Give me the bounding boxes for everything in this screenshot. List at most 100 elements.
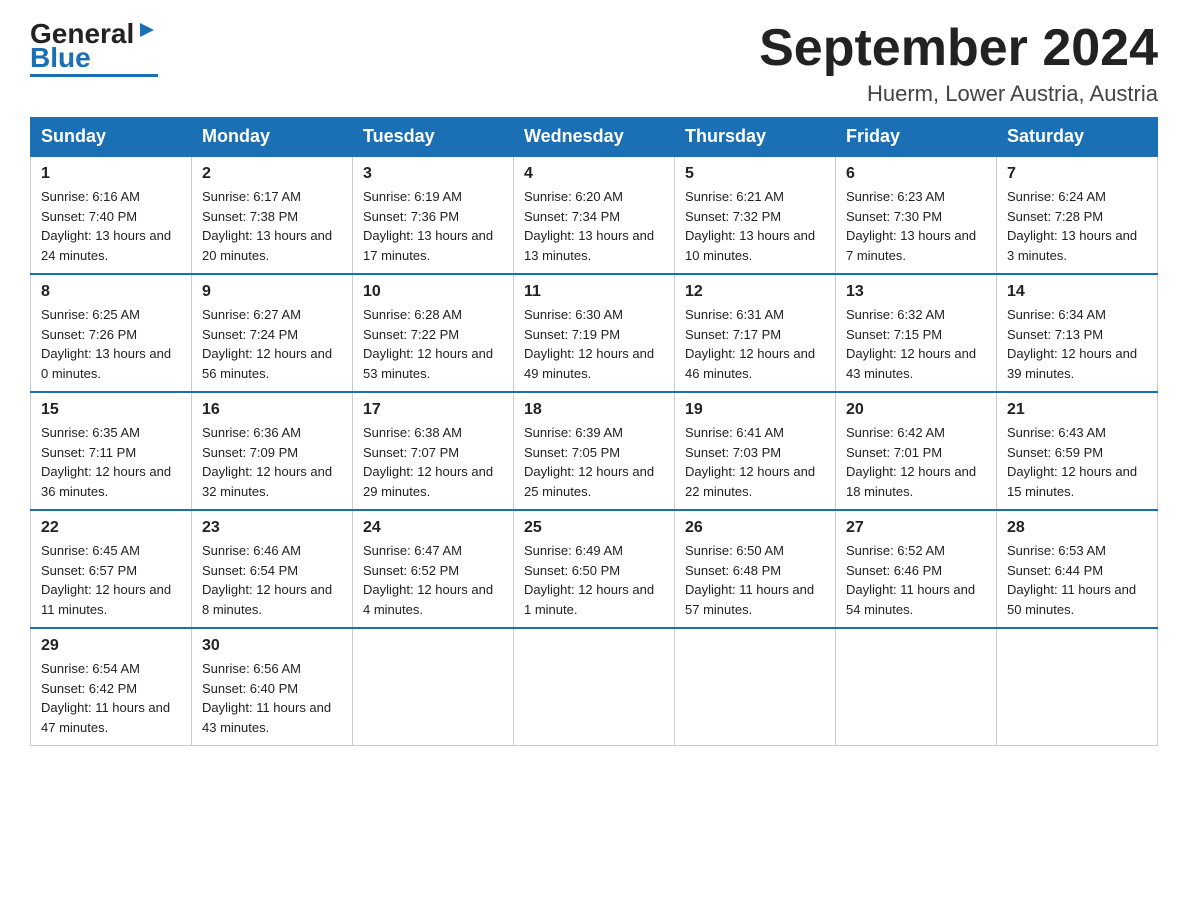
calendar-table: Sunday Monday Tuesday Wednesday Thursday… — [30, 117, 1158, 746]
day-number: 11 — [524, 283, 664, 301]
day-info: Sunrise: 6:23 AM Sunset: 7:30 PM Dayligh… — [846, 187, 986, 265]
table-row — [836, 628, 997, 746]
table-row: 27 Sunrise: 6:52 AM Sunset: 6:46 PM Dayl… — [836, 510, 997, 628]
table-row: 21 Sunrise: 6:43 AM Sunset: 6:59 PM Dayl… — [997, 392, 1158, 510]
day-number: 30 — [202, 637, 342, 655]
logo: General Blue — [30, 20, 158, 77]
table-row — [997, 628, 1158, 746]
table-row: 13 Sunrise: 6:32 AM Sunset: 7:15 PM Dayl… — [836, 274, 997, 392]
table-row — [514, 628, 675, 746]
day-info: Sunrise: 6:32 AM Sunset: 7:15 PM Dayligh… — [846, 305, 986, 383]
day-number: 5 — [685, 165, 825, 183]
day-info: Sunrise: 6:34 AM Sunset: 7:13 PM Dayligh… — [1007, 305, 1147, 383]
day-number: 9 — [202, 283, 342, 301]
table-row: 17 Sunrise: 6:38 AM Sunset: 7:07 PM Dayl… — [353, 392, 514, 510]
day-info: Sunrise: 6:25 AM Sunset: 7:26 PM Dayligh… — [41, 305, 181, 383]
logo-line — [30, 74, 158, 77]
day-number: 10 — [363, 283, 503, 301]
table-row: 25 Sunrise: 6:49 AM Sunset: 6:50 PM Dayl… — [514, 510, 675, 628]
day-number: 25 — [524, 519, 664, 537]
table-row: 18 Sunrise: 6:39 AM Sunset: 7:05 PM Dayl… — [514, 392, 675, 510]
table-row: 16 Sunrise: 6:36 AM Sunset: 7:09 PM Dayl… — [192, 392, 353, 510]
day-number: 19 — [685, 401, 825, 419]
day-info: Sunrise: 6:35 AM Sunset: 7:11 PM Dayligh… — [41, 423, 181, 501]
day-number: 12 — [685, 283, 825, 301]
day-info: Sunrise: 6:42 AM Sunset: 7:01 PM Dayligh… — [846, 423, 986, 501]
day-info: Sunrise: 6:36 AM Sunset: 7:09 PM Dayligh… — [202, 423, 342, 501]
day-number: 26 — [685, 519, 825, 537]
header-monday: Monday — [192, 118, 353, 157]
day-info: Sunrise: 6:47 AM Sunset: 6:52 PM Dayligh… — [363, 541, 503, 619]
table-row: 6 Sunrise: 6:23 AM Sunset: 7:30 PM Dayli… — [836, 156, 997, 274]
day-number: 29 — [41, 637, 181, 655]
day-number: 27 — [846, 519, 986, 537]
month-title: September 2024 — [759, 20, 1158, 77]
week-row-5: 29 Sunrise: 6:54 AM Sunset: 6:42 PM Dayl… — [31, 628, 1158, 746]
table-row: 20 Sunrise: 6:42 AM Sunset: 7:01 PM Dayl… — [836, 392, 997, 510]
page-header: General Blue September 2024 Huerm, Lower… — [30, 20, 1158, 107]
day-number: 3 — [363, 165, 503, 183]
day-number: 6 — [846, 165, 986, 183]
day-info: Sunrise: 6:24 AM Sunset: 7:28 PM Dayligh… — [1007, 187, 1147, 265]
table-row: 19 Sunrise: 6:41 AM Sunset: 7:03 PM Dayl… — [675, 392, 836, 510]
day-info: Sunrise: 6:31 AM Sunset: 7:17 PM Dayligh… — [685, 305, 825, 383]
table-row — [675, 628, 836, 746]
week-row-3: 15 Sunrise: 6:35 AM Sunset: 7:11 PM Dayl… — [31, 392, 1158, 510]
day-info: Sunrise: 6:17 AM Sunset: 7:38 PM Dayligh… — [202, 187, 342, 265]
day-info: Sunrise: 6:43 AM Sunset: 6:59 PM Dayligh… — [1007, 423, 1147, 501]
table-row: 9 Sunrise: 6:27 AM Sunset: 7:24 PM Dayli… — [192, 274, 353, 392]
table-row: 14 Sunrise: 6:34 AM Sunset: 7:13 PM Dayl… — [997, 274, 1158, 392]
table-row: 4 Sunrise: 6:20 AM Sunset: 7:34 PM Dayli… — [514, 156, 675, 274]
day-info: Sunrise: 6:39 AM Sunset: 7:05 PM Dayligh… — [524, 423, 664, 501]
day-info: Sunrise: 6:53 AM Sunset: 6:44 PM Dayligh… — [1007, 541, 1147, 619]
day-number: 7 — [1007, 165, 1147, 183]
logo-blue: Blue — [30, 44, 91, 72]
day-number: 14 — [1007, 283, 1147, 301]
day-number: 21 — [1007, 401, 1147, 419]
table-row: 12 Sunrise: 6:31 AM Sunset: 7:17 PM Dayl… — [675, 274, 836, 392]
header-tuesday: Tuesday — [353, 118, 514, 157]
day-info: Sunrise: 6:16 AM Sunset: 7:40 PM Dayligh… — [41, 187, 181, 265]
header-thursday: Thursday — [675, 118, 836, 157]
table-row: 11 Sunrise: 6:30 AM Sunset: 7:19 PM Dayl… — [514, 274, 675, 392]
day-info: Sunrise: 6:52 AM Sunset: 6:46 PM Dayligh… — [846, 541, 986, 619]
day-info: Sunrise: 6:30 AM Sunset: 7:19 PM Dayligh… — [524, 305, 664, 383]
logo-triangle-icon — [136, 19, 158, 41]
day-info: Sunrise: 6:21 AM Sunset: 7:32 PM Dayligh… — [685, 187, 825, 265]
day-info: Sunrise: 6:41 AM Sunset: 7:03 PM Dayligh… — [685, 423, 825, 501]
title-block: September 2024 Huerm, Lower Austria, Aus… — [759, 20, 1158, 107]
table-row — [353, 628, 514, 746]
day-info: Sunrise: 6:49 AM Sunset: 6:50 PM Dayligh… — [524, 541, 664, 619]
table-row: 10 Sunrise: 6:28 AM Sunset: 7:22 PM Dayl… — [353, 274, 514, 392]
day-number: 28 — [1007, 519, 1147, 537]
day-info: Sunrise: 6:56 AM Sunset: 6:40 PM Dayligh… — [202, 659, 342, 737]
table-row: 3 Sunrise: 6:19 AM Sunset: 7:36 PM Dayli… — [353, 156, 514, 274]
table-row: 22 Sunrise: 6:45 AM Sunset: 6:57 PM Dayl… — [31, 510, 192, 628]
day-number: 17 — [363, 401, 503, 419]
table-row: 29 Sunrise: 6:54 AM Sunset: 6:42 PM Dayl… — [31, 628, 192, 746]
day-info: Sunrise: 6:28 AM Sunset: 7:22 PM Dayligh… — [363, 305, 503, 383]
header-friday: Friday — [836, 118, 997, 157]
day-number: 22 — [41, 519, 181, 537]
day-info: Sunrise: 6:46 AM Sunset: 6:54 PM Dayligh… — [202, 541, 342, 619]
day-info: Sunrise: 6:45 AM Sunset: 6:57 PM Dayligh… — [41, 541, 181, 619]
header-wednesday: Wednesday — [514, 118, 675, 157]
table-row: 30 Sunrise: 6:56 AM Sunset: 6:40 PM Dayl… — [192, 628, 353, 746]
day-info: Sunrise: 6:54 AM Sunset: 6:42 PM Dayligh… — [41, 659, 181, 737]
week-row-1: 1 Sunrise: 6:16 AM Sunset: 7:40 PM Dayli… — [31, 156, 1158, 274]
table-row: 5 Sunrise: 6:21 AM Sunset: 7:32 PM Dayli… — [675, 156, 836, 274]
table-row: 23 Sunrise: 6:46 AM Sunset: 6:54 PM Dayl… — [192, 510, 353, 628]
header-sunday: Sunday — [31, 118, 192, 157]
day-info: Sunrise: 6:38 AM Sunset: 7:07 PM Dayligh… — [363, 423, 503, 501]
day-number: 24 — [363, 519, 503, 537]
week-row-4: 22 Sunrise: 6:45 AM Sunset: 6:57 PM Dayl… — [31, 510, 1158, 628]
day-info: Sunrise: 6:27 AM Sunset: 7:24 PM Dayligh… — [202, 305, 342, 383]
week-row-2: 8 Sunrise: 6:25 AM Sunset: 7:26 PM Dayli… — [31, 274, 1158, 392]
table-row: 24 Sunrise: 6:47 AM Sunset: 6:52 PM Dayl… — [353, 510, 514, 628]
day-number: 8 — [41, 283, 181, 301]
day-number: 15 — [41, 401, 181, 419]
table-row: 7 Sunrise: 6:24 AM Sunset: 7:28 PM Dayli… — [997, 156, 1158, 274]
location: Huerm, Lower Austria, Austria — [759, 81, 1158, 107]
day-info: Sunrise: 6:20 AM Sunset: 7:34 PM Dayligh… — [524, 187, 664, 265]
table-row: 8 Sunrise: 6:25 AM Sunset: 7:26 PM Dayli… — [31, 274, 192, 392]
